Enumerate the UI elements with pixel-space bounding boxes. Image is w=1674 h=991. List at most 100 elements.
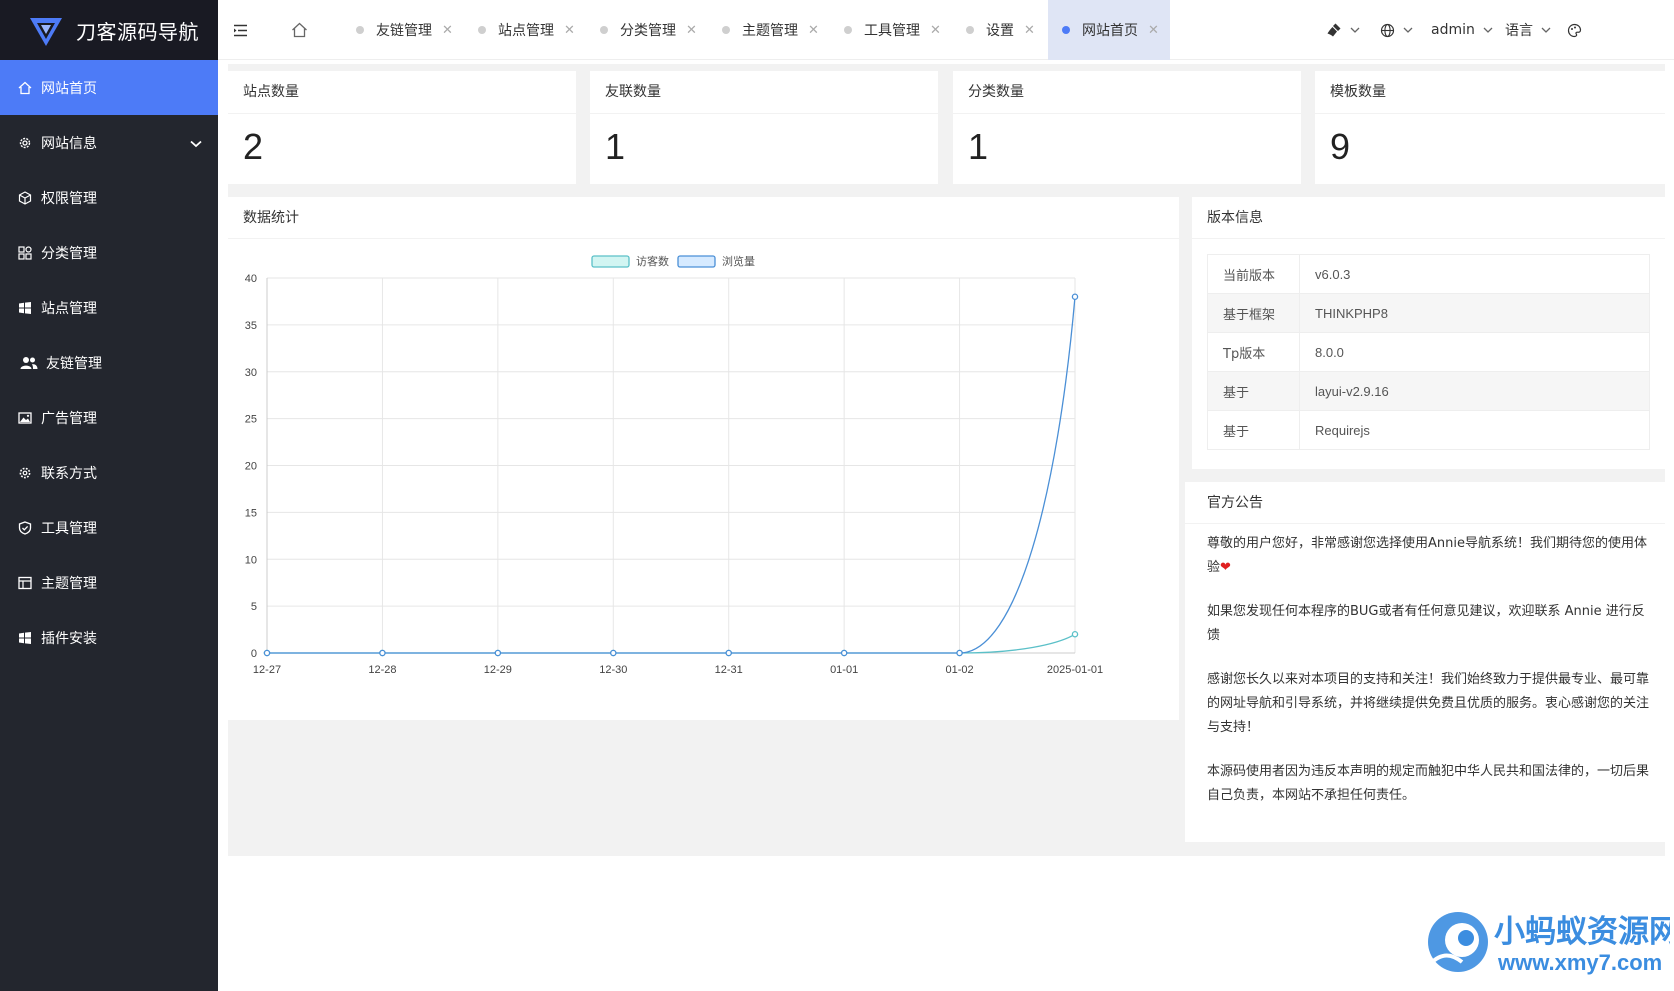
data-point <box>725 649 732 657</box>
tab-dot <box>478 26 486 34</box>
stat-label: 模板数量 <box>1315 71 1665 114</box>
sidebar-item-plugins[interactable]: 插件安装 <box>0 610 218 665</box>
menu-toggle-button[interactable] <box>222 0 258 60</box>
table-icon <box>18 576 32 590</box>
tab-dot <box>722 26 730 34</box>
data-point <box>1071 630 1079 638</box>
version-value: layui-v2.9.16 <box>1299 371 1650 411</box>
watermark-title: 小蚂蚁资源网 <box>1494 914 1670 949</box>
sidebar-item-label: 权限管理 <box>41 190 97 207</box>
data-point <box>956 649 963 657</box>
notice-paragraph: 本源码使用者因为违反本声明的规定而触犯中华人民共和国法律的，一切后果自己负责，本… <box>1207 764 1650 803</box>
watermark-url: www.xmy7.com <box>1497 950 1662 975</box>
tab-dot <box>966 26 974 34</box>
data-point <box>610 649 617 657</box>
x-tick-label: 12-29 <box>484 664 512 676</box>
notice-paragraph: 感谢您长久以来对本项目的支持和关注！我们始终致力于提供最专业、最可靠的网址导航和… <box>1207 672 1650 735</box>
data-point <box>494 649 502 657</box>
users-icon <box>20 356 38 370</box>
table-row: 基于 layui-v2.9.16 <box>1207 371 1650 411</box>
sidebar-item-label: 插件安装 <box>41 630 97 647</box>
close-icon[interactable]: ✕ <box>442 23 453 38</box>
clear-cache-button[interactable] <box>1326 0 1360 60</box>
cube-icon <box>18 190 32 205</box>
sidebar-item-links[interactable]: 友链管理 <box>0 335 218 390</box>
legend-label: 访客数 <box>636 254 669 268</box>
user-name: admin <box>1431 22 1475 38</box>
legend-label: 浏览量 <box>722 254 755 268</box>
tab-dot <box>1062 26 1070 34</box>
version-key: 当前版本 <box>1207 254 1300 294</box>
stat-label: 站点数量 <box>228 71 576 114</box>
sidebar-item-ads[interactable]: 广告管理 <box>0 390 218 445</box>
windows-icon <box>18 301 32 315</box>
close-icon[interactable]: ✕ <box>1148 23 1159 38</box>
x-tick-label: 01-02 <box>946 664 974 676</box>
globe-icon <box>1380 23 1395 37</box>
tab-sites[interactable]: 站点管理 ✕ <box>468 0 585 60</box>
tab-label: 站点管理 <box>498 23 554 39</box>
close-icon[interactable]: ✕ <box>564 23 575 38</box>
logo-text: 刀客源码导航 <box>76 19 199 44</box>
sidebar-item-site-info[interactable]: 网站信息 <box>0 115 218 170</box>
windows-icon <box>18 631 32 645</box>
tab-categories[interactable]: 分类管理 ✕ <box>590 0 707 60</box>
y-tick-label: 25 <box>245 414 257 426</box>
palette-icon <box>1567 23 1582 37</box>
picture-icon <box>18 411 32 425</box>
tab-tools[interactable]: 工具管理 ✕ <box>834 0 951 60</box>
version-key: 基于 <box>1207 410 1300 450</box>
data-stats-panel: 数据统计 0 5 10 15 20 25 30 35 40 12-27 12-28 12-29 12-3… <box>228 197 1179 720</box>
x-tick-label: 2025-01-01 <box>1047 664 1103 676</box>
sidebar-item-tools[interactable]: 工具管理 <box>0 500 218 555</box>
y-tick-label: 0 <box>251 648 257 660</box>
close-icon[interactable]: ✕ <box>1024 23 1035 38</box>
tab-label: 友链管理 <box>376 23 432 39</box>
notice-body: 尊敬的用户您好，非常感谢您选择使用Annie导航系统！我们期待您的使用体验❤ 如… <box>1185 524 1665 808</box>
heart-icon: ❤ <box>1220 560 1231 575</box>
table-row: Tp版本 8.0.0 <box>1207 332 1650 372</box>
tab-label: 分类管理 <box>620 23 676 39</box>
y-tick-label: 5 <box>251 601 257 613</box>
stat-label: 友联数量 <box>590 71 938 114</box>
user-menu[interactable]: admin <box>1431 0 1493 60</box>
tab-label: 网站首页 <box>1082 23 1138 39</box>
site-menu-button[interactable] <box>1380 0 1413 60</box>
close-icon[interactable]: ✕ <box>686 23 697 38</box>
tab-links[interactable]: 友链管理 ✕ <box>346 0 463 60</box>
version-value: THINKPHP8 <box>1299 293 1650 333</box>
sidebar-item-permissions[interactable]: 权限管理 <box>0 170 218 225</box>
tab-themes[interactable]: 主题管理 ✕ <box>712 0 829 60</box>
sidebar-item-sites[interactable]: 站点管理 <box>0 280 218 335</box>
tab-dot <box>600 26 608 34</box>
legend-swatch <box>677 255 716 268</box>
notice-paragraph: 如果您发现任何本程序的BUG或者有任何意见建议，欢迎联系 Annie 进行反馈 <box>1207 604 1645 643</box>
tab-label: 工具管理 <box>864 23 920 39</box>
cog-icon <box>18 466 32 480</box>
tab-settings[interactable]: 设置 ✕ <box>956 0 1045 60</box>
tab-site-home[interactable]: 网站首页 ✕ <box>1048 0 1170 60</box>
sidebar-item-categories[interactable]: 分类管理 <box>0 225 218 280</box>
close-icon[interactable]: ✕ <box>930 23 941 38</box>
theme-button[interactable] <box>1567 0 1582 60</box>
logo[interactable]: 刀客源码导航 <box>0 0 218 60</box>
stat-value: 2 <box>243 126 264 167</box>
language-menu[interactable]: 语言 <box>1505 0 1551 60</box>
close-icon[interactable]: ✕ <box>808 23 819 38</box>
menu-fold-icon <box>233 24 247 36</box>
sidebar-item-themes[interactable]: 主题管理 <box>0 555 218 610</box>
sidebar-item-label: 网站首页 <box>41 80 97 97</box>
table-row: 基于 Requirejs <box>1207 410 1650 450</box>
sidebar-item-home[interactable]: 网站首页 <box>0 60 218 115</box>
x-tick-label: 01-01 <box>830 664 858 676</box>
stat-card-links: 友联数量 1 <box>590 71 938 184</box>
y-tick-label: 10 <box>245 554 257 566</box>
table-row: 当前版本 v6.0.3 <box>1207 254 1650 294</box>
sidebar-item-contact[interactable]: 联系方式 <box>0 445 218 500</box>
y-tick-label: 40 <box>245 273 257 285</box>
stat-card-sites: 站点数量 2 <box>228 71 576 184</box>
version-key: Tp版本 <box>1207 332 1300 372</box>
home-button[interactable] <box>284 0 314 60</box>
x-tick-label: 12-28 <box>368 664 396 676</box>
y-tick-label: 15 <box>245 507 257 519</box>
